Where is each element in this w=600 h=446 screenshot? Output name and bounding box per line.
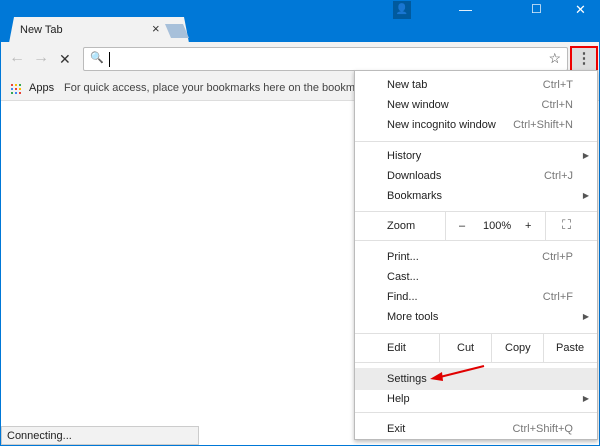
annotation-arrow xyxy=(430,365,485,381)
